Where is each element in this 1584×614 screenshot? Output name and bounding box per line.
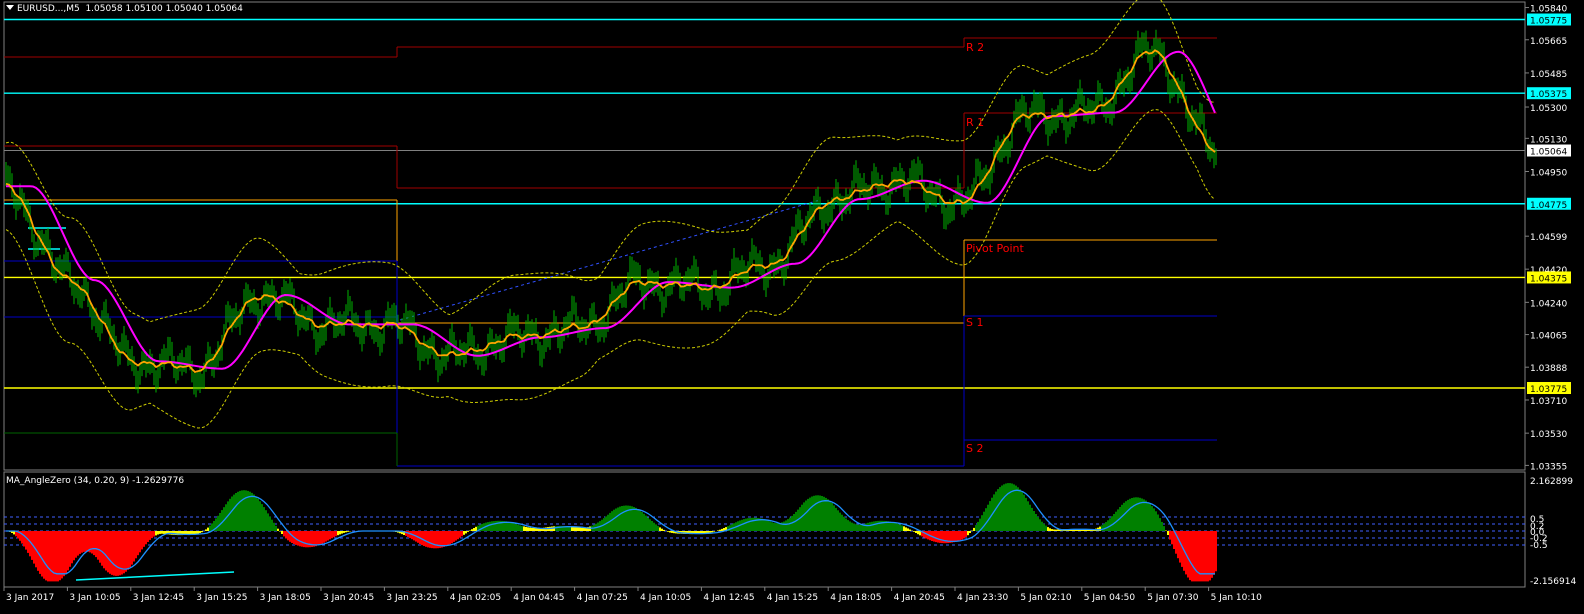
time-axis-label: 5 Jan 07:30 <box>1147 593 1199 603</box>
time-axis-label: 3 Jan 18:05 <box>260 593 311 603</box>
price-marker-label: 1.04375 <box>1530 274 1567 284</box>
price-scale-label: 1.04065 <box>1530 332 1567 342</box>
time-axis-label: 5 Jan 02:10 <box>1020 593 1072 603</box>
time-axis-label: 4 Jan 10:05 <box>640 593 691 603</box>
pivot-label-r2: R 2 <box>966 41 984 54</box>
pivot-label-pp: Pivot Point <box>966 242 1024 255</box>
time-axis-label: 4 Jan 04:45 <box>513 593 564 603</box>
time-axis-label: 4 Jan 02:05 <box>450 593 501 603</box>
pivot-label-r1: R 1 <box>966 116 984 129</box>
price-scale-label: 1.04599 <box>1530 233 1567 243</box>
price-scale-label: 1.03710 <box>1530 397 1567 407</box>
price-scale-label: 1.04950 <box>1530 169 1567 179</box>
indicator-scale-label: 2.162899 <box>1530 477 1573 487</box>
price-scale-label: 1.03530 <box>1530 430 1567 440</box>
price-scale[interactable]: 1.05840 1.05665 1.05485 1.05300 1.05130 1.049… <box>1525 5 1567 473</box>
price-scale-label: 1.04240 <box>1530 299 1567 309</box>
pivot-label-s1: S 1 <box>966 316 983 329</box>
time-axis-label: 3 Jan 23:25 <box>386 593 437 603</box>
time-axis-label: 3 Jan 2017 <box>6 593 54 603</box>
price-scale-label: 1.05130 <box>1530 135 1567 145</box>
price-scale-label: 1.05840 <box>1530 5 1567 15</box>
symbol-label: EURUSD...,M5 <box>17 4 80 14</box>
indicator-scale-label: -0.5 <box>1530 541 1548 551</box>
time-axis-label: 3 Jan 10:05 <box>69 593 120 603</box>
pivot-label-s2: S 2 <box>966 442 983 455</box>
time-axis-label: 4 Jan 23:30 <box>957 593 1009 603</box>
indicator-title: MA_AngleZero (34, 0.20, 9) -1.2629776 <box>6 476 185 486</box>
time-axis-label: 4 Jan 20:45 <box>894 593 945 603</box>
price-scale-label: 1.05300 <box>1530 104 1567 114</box>
price-marker-label: 1.05064 <box>1530 148 1567 158</box>
price-marker-label: 1.03775 <box>1530 385 1567 395</box>
price-scale-label: 1.05665 <box>1530 37 1567 47</box>
price-marker-label: 1.04775 <box>1530 201 1567 211</box>
indicator-scale-label: -2.156914 <box>1530 577 1576 587</box>
price-marker-label: 1.05375 <box>1530 90 1567 100</box>
ohlc-values: 1.05058 1.05100 1.05040 1.05064 <box>85 4 243 14</box>
time-axis-label: 4 Jan 18:05 <box>830 593 881 603</box>
time-axis-label: 3 Jan 20:45 <box>323 593 374 603</box>
time-axis-label: 4 Jan 12:45 <box>703 593 754 603</box>
chart-header: EURUSD...,M5 1.05058 1.05100 1.05040 1.0… <box>6 4 243 15</box>
price-marker-label: 1.05775 <box>1530 17 1567 27</box>
time-axis-label: 4 Jan 15:25 <box>767 593 818 603</box>
time-axis-label: 5 Jan 10:10 <box>1211 593 1263 603</box>
dropdown-triangle-icon[interactable] <box>6 5 14 10</box>
price-scale-label: 1.05485 <box>1530 70 1567 80</box>
price-scale-label: 1.03355 <box>1530 462 1567 472</box>
chart-canvas[interactable]: R 2 R 1 Pivot Point S 1 S 2 1.05840 1.056… <box>0 0 1584 614</box>
time-axis-label: 3 Jan 15:25 <box>196 593 247 603</box>
price-scale-label: 1.03888 <box>1530 364 1567 374</box>
time-axis-label: 4 Jan 07:25 <box>577 593 628 603</box>
time-axis-label: 5 Jan 04:50 <box>1084 593 1136 603</box>
time-axis-label: 3 Jan 12:45 <box>133 593 184 603</box>
